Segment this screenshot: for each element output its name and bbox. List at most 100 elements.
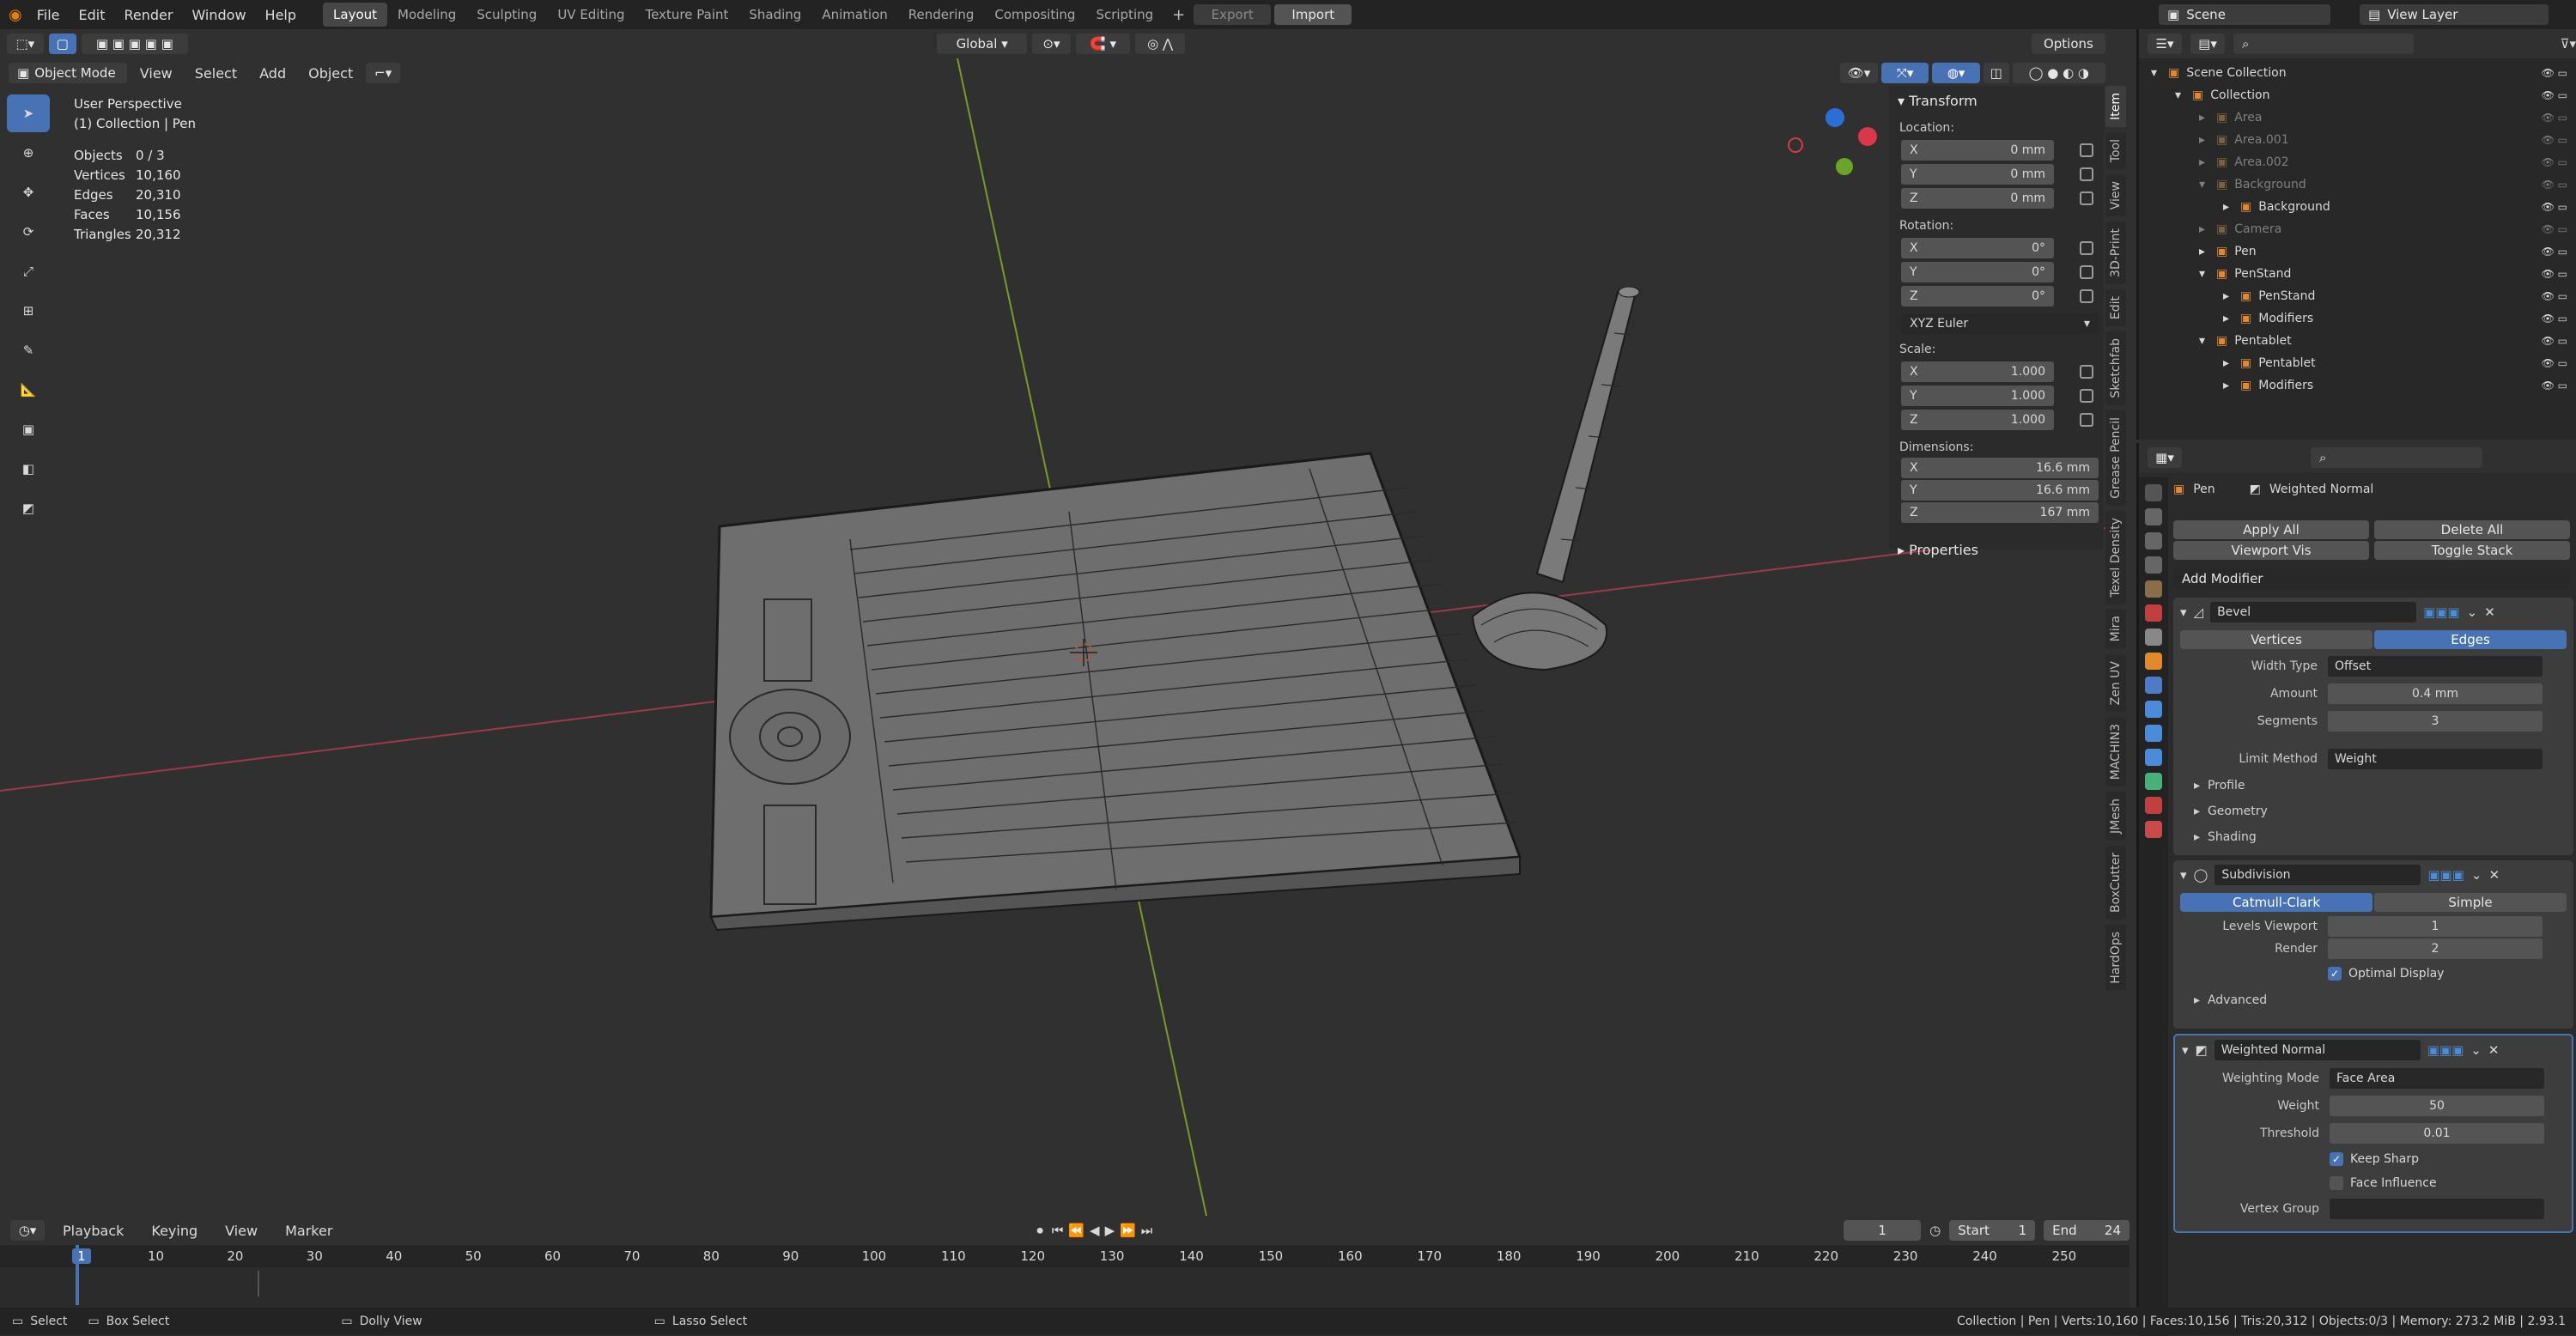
view-layer-selector[interactable]: ▤ View Layer xyxy=(2360,4,2549,25)
modifier-menu-icon[interactable]: ⌄ xyxy=(2470,1042,2482,1058)
current-frame-field[interactable]: 1 xyxy=(1844,1220,1922,1241)
3d-viewport[interactable] xyxy=(0,58,2105,1216)
expand-icon[interactable]: ▾ xyxy=(2199,178,2216,191)
measure-tool-icon[interactable]: 📐 xyxy=(7,371,50,409)
add-cube-tool-icon[interactable]: ▣ xyxy=(7,410,50,448)
tab-view[interactable]: View xyxy=(2105,174,2126,217)
timeline-menu-view[interactable]: View xyxy=(216,1223,267,1239)
visibility-eye-icon[interactable]: 👁 ▭ xyxy=(2542,357,2567,369)
gpencil-icon[interactable]: ⌐▾ xyxy=(366,63,401,83)
outliner-row[interactable]: ▾ ▣ PenStand 👁 ▭ xyxy=(2139,263,2576,285)
profile-subpanel[interactable]: ▸ Profile xyxy=(2173,773,2573,799)
snap-icon[interactable]: 🧲 ▾ xyxy=(1075,33,1131,54)
lock-icon[interactable] xyxy=(2080,143,2093,157)
navigation-gizmo[interactable] xyxy=(1777,101,1880,187)
visibility-eye-icon[interactable]: 👁 ▭ xyxy=(2542,156,2567,168)
playhead[interactable] xyxy=(76,1245,79,1305)
lock-icon[interactable] xyxy=(2080,167,2093,181)
workspace-tab-sculpting[interactable]: Sculpting xyxy=(466,3,547,27)
properties-search-field[interactable]: ⌕ xyxy=(2311,447,2482,468)
outliner-row[interactable]: ▸ ▣ Background 👁 ▭ xyxy=(2139,196,2576,218)
cursor-tool-icon[interactable]: ⊕ xyxy=(7,134,50,172)
gizmo-y-icon[interactable] xyxy=(1836,158,1853,175)
workspace-tab-animation[interactable]: Animation xyxy=(811,3,897,27)
workspace-tab-texture-paint[interactable]: Texture Paint xyxy=(635,3,739,27)
remove-modifier-icon[interactable]: ✕ xyxy=(2488,1042,2500,1058)
collapse-icon[interactable]: ▾ xyxy=(2180,604,2187,620)
workspace-tab-compositing[interactable]: Compositing xyxy=(984,3,1085,27)
modifier-props-icon[interactable] xyxy=(2145,677,2162,694)
visibility-eye-icon[interactable]: 👁 ▭ xyxy=(2542,268,2567,280)
rotation-x-field[interactable]: X 0° xyxy=(1901,238,2054,258)
weight-field[interactable]: 50 xyxy=(2330,1096,2544,1116)
vertex-group-field[interactable] xyxy=(2330,1199,2544,1219)
modifier-menu-icon[interactable]: ⌄ xyxy=(2471,867,2482,883)
add-workspace-icon[interactable]: + xyxy=(1172,6,1185,24)
visibility-toggles-icon[interactable]: ▣▣▣ xyxy=(2423,604,2460,620)
visibility-eye-icon[interactable]: 👁 ▭ xyxy=(2542,313,2567,325)
dimensions-z-field[interactable]: Z 167 mm xyxy=(1901,502,2099,523)
amount-field[interactable]: 0.4 mm xyxy=(2328,683,2543,704)
outliner-row[interactable]: ▾ ▣ Pentablet 👁 ▭ xyxy=(2139,330,2576,352)
dimensions-y-field[interactable]: Y 16.6 mm xyxy=(1901,480,2099,501)
subdivision-name-field[interactable]: Subdivision xyxy=(2215,865,2421,885)
modifier-menu-icon[interactable]: ⌄ xyxy=(2467,604,2478,620)
visibility-eye-icon[interactable]: 👁 ▭ xyxy=(2542,201,2567,213)
visibility-eye-icon[interactable]: 👁 ▭ xyxy=(2542,246,2567,258)
viewport-menu-select[interactable]: Select xyxy=(185,65,246,82)
scale-tool-icon[interactable]: ⤢ xyxy=(7,252,50,290)
levels-viewport-field[interactable]: 1 xyxy=(2328,916,2543,937)
lock-icon[interactable] xyxy=(2080,191,2093,205)
outliner-editor-icon[interactable]: ☰▾ xyxy=(2148,33,2182,54)
tab-texel-density[interactable]: Texel Density xyxy=(2105,510,2126,604)
transform-tool-icon[interactable]: ⊞ xyxy=(7,292,50,330)
scale-x-field[interactable]: X 1.000 xyxy=(1901,361,2054,382)
selection-mode-icons[interactable]: ▣ ▣ ▣ ▣ ▣ xyxy=(81,33,188,54)
menu-help[interactable]: Help xyxy=(256,7,306,23)
threshold-field[interactable]: 0.01 xyxy=(2330,1123,2544,1144)
tab-edit[interactable]: Edit xyxy=(2105,289,2126,327)
outliner-row[interactable]: ▸ ▣ Modifiers 👁 ▭ xyxy=(2139,374,2576,397)
bevel-edges-toggle[interactable]: Edges xyxy=(2374,630,2567,649)
rotation-mode-dropdown[interactable]: XYZ Euler ▾ xyxy=(1901,313,2099,334)
tab-sketchfab[interactable]: Sketchfab xyxy=(2105,331,2126,405)
segments-field[interactable]: 3 xyxy=(2328,711,2543,732)
workspace-tab-modeling[interactable]: Modeling xyxy=(387,3,466,27)
visibility-toggles-icon[interactable]: ▣▣▣ xyxy=(2427,867,2464,883)
overlay-toggle-icon[interactable]: ◍▾ xyxy=(1932,63,1980,83)
workspace-tab-shading[interactable]: Shading xyxy=(738,3,811,27)
scale-y-field[interactable]: Y 1.000 xyxy=(1901,386,2054,406)
outliner-row[interactable]: ▸ ▣ Pen 👁 ▭ xyxy=(2139,240,2576,263)
mode-dropdown[interactable]: ▣ Object Mode xyxy=(9,63,127,83)
data-props-icon[interactable] xyxy=(2145,773,2162,790)
location-x-field[interactable]: X0 mm xyxy=(1901,140,2054,161)
face-influence-checkbox[interactable] xyxy=(2330,1176,2343,1190)
gizmo-x-icon[interactable] xyxy=(1858,127,1877,146)
tab-machin3[interactable]: MACHIN3 xyxy=(2105,716,2126,787)
lock-icon[interactable] xyxy=(2080,413,2093,427)
expand-icon[interactable]: ▸ xyxy=(2223,356,2240,370)
tab-zen-uv[interactable]: Zen UV xyxy=(2105,653,2126,712)
view-layer-props-icon[interactable] xyxy=(2145,556,2162,574)
collapse-icon[interactable]: ▾ xyxy=(2180,867,2187,883)
properties-panel-title[interactable]: ▸ Properties xyxy=(1894,538,2099,562)
geometry-subpanel[interactable]: ▸ Geometry xyxy=(2173,799,2573,824)
menu-render[interactable]: Render xyxy=(114,7,182,23)
visibility-eye-icon[interactable]: 👁 ▭ xyxy=(2542,134,2567,146)
visibility-eye-icon[interactable]: 👁 ▭ xyxy=(2542,112,2567,124)
lock-icon[interactable] xyxy=(2080,389,2093,403)
visibility-eye-icon[interactable]: 👁 ▭ xyxy=(2542,179,2567,191)
playback-controls-icon[interactable]: ⏮⏪◀▶⏩⏭ xyxy=(1052,1223,1157,1238)
gizmo-z-icon[interactable] xyxy=(1826,108,1844,127)
select-box-tool-icon[interactable]: ➤ xyxy=(7,94,50,132)
visibility-eye-icon[interactable]: 👁 ▭ xyxy=(2542,67,2567,79)
filter-icon[interactable]: ⊽▾ xyxy=(2560,36,2576,52)
tool-props-icon[interactable] xyxy=(2145,484,2162,501)
keep-sharp-checkbox[interactable]: ✓ xyxy=(2330,1152,2343,1166)
limit-method-dropdown[interactable]: Weight xyxy=(2328,749,2543,769)
workspace-tab-uv-editing[interactable]: UV Editing xyxy=(547,3,635,27)
location-y-field[interactable]: Y0 mm xyxy=(1901,164,2054,185)
outliner-row[interactable]: ▸ ▣ Modifiers 👁 ▭ xyxy=(2139,307,2576,330)
material-props-icon[interactable] xyxy=(2145,797,2162,814)
scene-props-icon[interactable] xyxy=(2145,580,2162,598)
